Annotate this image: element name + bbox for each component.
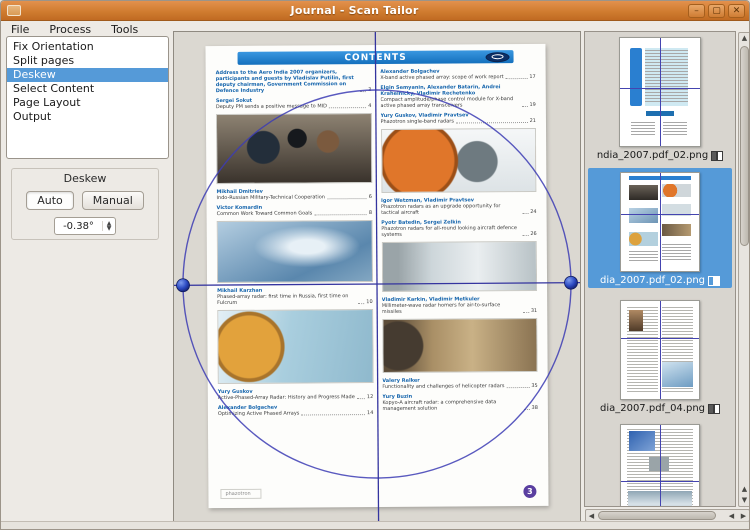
stage-item-output[interactable]: Output (7, 110, 168, 124)
vertical-scrollbar[interactable]: ▲ ▲ ▼ (738, 32, 749, 507)
maximize-button[interactable]: ▢ (708, 3, 725, 18)
scroll-up-icon[interactable]: ▲ (739, 33, 749, 44)
scroll-down-icon[interactable]: ▼ (739, 495, 749, 506)
scroll-up2-icon[interactable]: ▲ (739, 484, 749, 495)
thumbnail-item-4[interactable] (588, 420, 732, 506)
stage-item-page-layout[interactable]: Page Layout (7, 96, 168, 110)
thumbnail-item-3[interactable]: dia_2007.pdf_04.png (588, 296, 732, 416)
stage-item-fix-orientation[interactable]: Fix Orientation (7, 40, 168, 54)
right-rotation-handle[interactable] (564, 275, 578, 290)
window-title: Journal - Scan Tailor (290, 4, 419, 17)
scroll-left-icon[interactable]: ◀ (586, 510, 597, 521)
vertical-scrollbar-thumb[interactable] (740, 46, 749, 246)
page-side-icon (708, 403, 721, 414)
app-window: Journal - Scan Tailor – ▢ ✕ File Process T… (0, 0, 750, 530)
deskew-panel-title: Deskew (63, 172, 107, 185)
thumbnail-page-preview[interactable] (620, 300, 700, 400)
thumbnail-page-preview[interactable] (620, 172, 700, 272)
auto-button[interactable]: Auto (26, 191, 74, 210)
stage-item-split-pages[interactable]: Split pages (7, 54, 168, 68)
thumbnail-panel: ndia_2007.pdf_02.png dia_2007.pdf_02.png… (584, 31, 749, 522)
thumbnail-caption: dia_2007.pdf_04.png (588, 401, 732, 416)
preview-canvas[interactable]: CONTENTS Address to the Aero India 2007 … (173, 31, 581, 522)
menu-process[interactable]: Process (47, 23, 93, 36)
stage-item-select-content[interactable]: Select Content (7, 82, 168, 96)
close-button[interactable]: ✕ (728, 3, 745, 18)
menu-file[interactable]: File (9, 23, 31, 36)
thumbnail-item-2[interactable]: dia_2007.pdf_02.png (588, 168, 732, 288)
angle-value: -0.38° (63, 220, 94, 232)
minimize-button[interactable]: – (688, 3, 705, 18)
thumbnail-page-preview[interactable] (619, 37, 701, 147)
thumbnail-page-preview[interactable] (620, 424, 700, 506)
left-rotation-handle[interactable] (176, 278, 190, 293)
thumbnail-caption: ndia_2007.pdf_02.png (588, 148, 732, 163)
manual-button[interactable]: Manual (81, 191, 144, 210)
window-menu-icon[interactable] (7, 5, 21, 16)
stage-item-deskew[interactable]: Deskew (7, 68, 168, 82)
scroll-left2-icon[interactable]: ◀ (726, 510, 737, 521)
titlebar[interactable]: Journal - Scan Tailor – ▢ ✕ (1, 1, 749, 21)
angle-spinbox[interactable]: -0.38° ▲ ▼ (54, 217, 116, 235)
window-bottom-edge (1, 521, 749, 529)
spinner-arrows[interactable]: ▲ ▼ (102, 221, 115, 232)
menu-tools[interactable]: Tools (109, 23, 140, 36)
page-side-icon (708, 275, 721, 286)
page-side-icon (711, 150, 724, 161)
spin-down-icon[interactable]: ▼ (107, 226, 112, 232)
deskew-overlay (174, 32, 580, 522)
thumbnail-item-1[interactable]: ndia_2007.pdf_02.png (588, 33, 732, 163)
horizontal-scrollbar-thumb[interactable] (598, 511, 716, 520)
stage-list: Fix Orientation Split pages Deskew Select C… (6, 36, 169, 159)
scroll-right-icon[interactable]: ▶ (738, 510, 749, 521)
vertical-deskew-line[interactable] (374, 32, 380, 522)
deskew-panel: Deskew Auto Manual -0.38° ▲ ▼ (11, 168, 159, 240)
thumbnail-caption: dia_2007.pdf_02.png (588, 273, 732, 288)
thumbnail-list[interactable]: ndia_2007.pdf_02.png dia_2007.pdf_02.png… (584, 31, 736, 507)
